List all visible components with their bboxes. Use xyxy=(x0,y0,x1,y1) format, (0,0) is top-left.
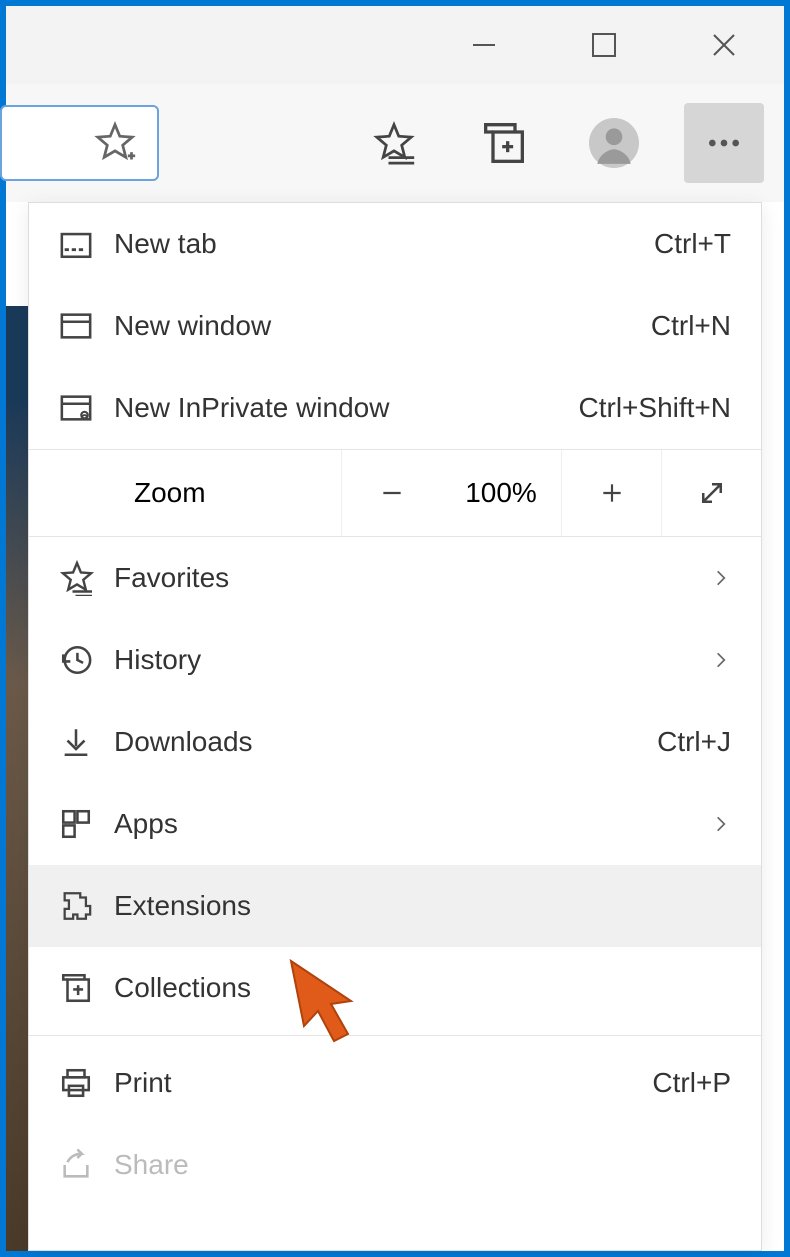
menu-shortcut: Ctrl+N xyxy=(651,310,731,342)
zoom-value: 100% xyxy=(441,477,561,509)
minus-icon xyxy=(379,480,405,506)
close-button[interactable] xyxy=(664,10,784,80)
collections-button[interactable] xyxy=(464,103,544,183)
apps-icon xyxy=(59,807,114,841)
favorites-icon xyxy=(59,560,114,596)
browser-toolbar xyxy=(6,84,784,202)
inprivate-icon xyxy=(59,391,114,425)
zoom-out-button[interactable] xyxy=(341,450,441,536)
menu-label: Share xyxy=(114,1149,731,1181)
maximize-button[interactable] xyxy=(544,10,664,80)
address-bar[interactable] xyxy=(0,105,159,181)
fullscreen-icon xyxy=(697,478,727,508)
menu-item-collections[interactable]: Collections xyxy=(29,947,761,1029)
profile-icon xyxy=(589,118,639,168)
menu-item-extensions[interactable]: Extensions xyxy=(29,865,761,947)
new-window-icon xyxy=(59,309,114,343)
menu-item-new-window[interactable]: New window Ctrl+N xyxy=(29,285,761,367)
ellipsis-icon xyxy=(704,123,744,163)
fullscreen-button[interactable] xyxy=(661,450,761,536)
history-icon xyxy=(59,643,114,677)
menu-label: Print xyxy=(114,1067,652,1099)
menu-item-zoom: Zoom 100% xyxy=(29,449,761,537)
menu-shortcut: Ctrl+Shift+N xyxy=(579,392,732,424)
chevron-right-icon xyxy=(701,568,731,588)
menu-label: New InPrivate window xyxy=(114,392,579,424)
profile-button[interactable] xyxy=(574,103,654,183)
menu-label: New tab xyxy=(114,228,654,260)
plus-icon xyxy=(599,480,625,506)
downloads-icon xyxy=(59,725,114,759)
menu-item-new-tab[interactable]: New tab Ctrl+T xyxy=(29,203,761,285)
minimize-icon xyxy=(470,31,498,59)
menu-item-downloads[interactable]: Downloads Ctrl+J xyxy=(29,701,761,783)
menu-shortcut: Ctrl+T xyxy=(654,228,731,260)
menu-shortcut: Ctrl+P xyxy=(652,1067,731,1099)
minimize-button[interactable] xyxy=(424,10,544,80)
menu-separator xyxy=(29,1035,761,1036)
menu-item-print[interactable]: Print Ctrl+P xyxy=(29,1042,761,1124)
new-tab-icon xyxy=(59,227,114,261)
menu-item-share: Share xyxy=(29,1124,761,1206)
settings-menu: New tab Ctrl+T New window Ctrl+N New InP… xyxy=(28,202,762,1251)
zoom-in-button[interactable] xyxy=(561,450,661,536)
background-strip xyxy=(6,306,28,1251)
share-icon xyxy=(59,1148,114,1182)
menu-label: Collections xyxy=(114,972,731,1004)
menu-item-inprivate[interactable]: New InPrivate window Ctrl+Shift+N xyxy=(29,367,761,449)
menu-label: Downloads xyxy=(114,726,657,758)
menu-label: Favorites xyxy=(114,562,701,594)
favorites-button[interactable] xyxy=(354,103,434,183)
menu-shortcut: Ctrl+J xyxy=(657,726,731,758)
menu-item-favorites[interactable]: Favorites xyxy=(29,537,761,619)
menu-item-history[interactable]: History xyxy=(29,619,761,701)
window-titlebar xyxy=(6,6,784,84)
maximize-icon xyxy=(591,32,617,58)
menu-item-apps[interactable]: Apps xyxy=(29,783,761,865)
menu-label: New window xyxy=(114,310,651,342)
menu-label: History xyxy=(114,644,701,676)
star-list-icon xyxy=(372,121,416,165)
star-add-icon[interactable] xyxy=(93,121,137,165)
extensions-icon xyxy=(59,889,114,923)
chevron-right-icon xyxy=(701,814,731,834)
menu-label: Extensions xyxy=(114,890,731,922)
close-icon xyxy=(710,31,738,59)
print-icon xyxy=(59,1066,114,1100)
more-menu-button[interactable] xyxy=(684,103,764,183)
collections-menu-icon xyxy=(59,971,114,1005)
menu-label: Apps xyxy=(114,808,701,840)
collections-icon xyxy=(482,121,526,165)
chevron-right-icon xyxy=(701,650,731,670)
zoom-label: Zoom xyxy=(29,477,341,509)
